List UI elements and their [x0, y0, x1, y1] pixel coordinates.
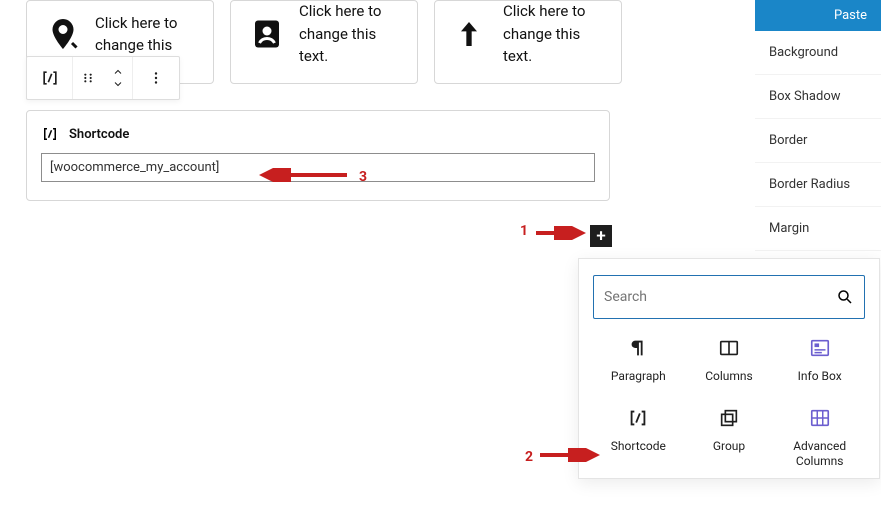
location-pin-icon [45, 16, 81, 52]
feature-box[interactable]: Click here to change this text. [434, 0, 622, 84]
sidebar-item-border-radius[interactable]: Border Radius [755, 163, 881, 207]
arrow-up-icon [453, 16, 489, 52]
paragraph-icon [627, 337, 649, 359]
feature-text: Click here to change this text. [299, 0, 399, 68]
annotation-arrow-1 [536, 226, 590, 240]
sidebar-item-background[interactable]: Background [755, 31, 881, 75]
annotation-label-2: 2 [525, 449, 533, 465]
block-info-box[interactable]: Info Box [774, 337, 865, 385]
block-columns[interactable]: Columns [684, 337, 775, 385]
group-icon [718, 407, 740, 429]
sidebar-item-border[interactable]: Border [755, 119, 881, 163]
columns-icon [718, 337, 740, 359]
block-group[interactable]: Group [684, 407, 775, 470]
drag-handle[interactable] [73, 57, 103, 99]
more-options-button[interactable] [133, 57, 179, 99]
block-paragraph[interactable]: Paragraph [593, 337, 684, 385]
shortcode-label: Shortcode [69, 127, 129, 142]
info-box-icon [809, 337, 831, 359]
chevron-down-icon[interactable] [111, 78, 125, 90]
contact-card-icon [249, 16, 285, 52]
feature-box[interactable]: Click here to change this text. [230, 0, 418, 84]
shortcode-icon [627, 407, 649, 429]
add-block-button[interactable]: + [590, 225, 612, 247]
block-toolbar [26, 56, 180, 100]
shortcode-icon [41, 125, 59, 143]
paste-button[interactable]: Paste [755, 0, 881, 31]
settings-sidebar: Paste Background Box Shadow Border Borde… [755, 0, 881, 251]
block-inserter: Paragraph Columns Info Box Shortcode Gro… [578, 258, 880, 479]
shortcode-block[interactable]: Shortcode [26, 110, 610, 201]
block-advanced-columns[interactable]: Advanced Columns [774, 407, 865, 470]
block-type-button[interactable] [27, 57, 73, 99]
feature-text: Click here to change this text. [503, 0, 603, 68]
annotation-label-1: 1 [520, 223, 528, 239]
search-field-wrap[interactable] [593, 275, 865, 319]
block-shortcode[interactable]: Shortcode [593, 407, 684, 470]
move-buttons[interactable] [103, 57, 133, 99]
advanced-columns-icon [809, 407, 831, 429]
chevron-up-icon[interactable] [111, 66, 125, 78]
search-input[interactable] [604, 289, 836, 305]
search-icon [836, 288, 854, 306]
sidebar-item-box-shadow[interactable]: Box Shadow [755, 75, 881, 119]
sidebar-item-margin[interactable]: Margin [755, 207, 881, 251]
feature-text: Click here to change this [95, 12, 195, 57]
shortcode-input[interactable] [41, 153, 595, 182]
